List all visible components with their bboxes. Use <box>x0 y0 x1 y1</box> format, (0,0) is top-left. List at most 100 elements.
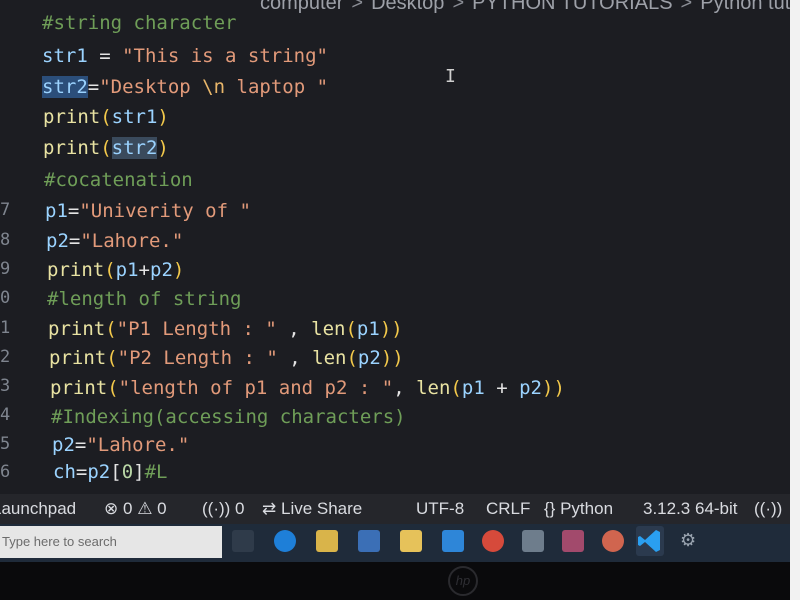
code-token: "Lahore." <box>80 230 184 252</box>
code-line[interactable]: print(str1) <box>43 106 169 128</box>
chevron-right-icon: > <box>351 0 364 14</box>
code-comment: #L <box>144 461 168 483</box>
code-token: "This is a string" <box>122 45 328 67</box>
line-number: 3 <box>0 376 11 396</box>
code-token: ) <box>172 259 185 281</box>
vscode-icon[interactable] <box>636 526 664 556</box>
code-token: p1 <box>45 200 68 222</box>
code-token: len <box>312 347 347 369</box>
line-number: 2 <box>0 347 11 367</box>
breadcrumb-item[interactable]: PYTHON TUTORIALS <box>472 0 672 14</box>
code-token: str2 <box>111 137 158 159</box>
code-line[interactable]: print("length of p1 and p2 : ", len(p1 +… <box>50 377 565 399</box>
code-token: print <box>48 318 106 340</box>
code-token: str1 <box>42 45 88 67</box>
code-token: ) <box>391 318 403 340</box>
code-token: laptop " <box>225 76 329 98</box>
code-token: ch <box>53 461 76 483</box>
code-token: = <box>87 45 123 67</box>
code-line[interactable]: p2="Lahore." <box>46 230 183 252</box>
taskbar-search-input[interactable]: Type here to search <box>0 526 222 558</box>
code-token: , <box>276 318 312 340</box>
encoding-button[interactable]: UTF-8 <box>416 499 464 519</box>
code-token: = <box>87 76 100 98</box>
breadcrumb-item[interactable]: Python tutorial 2 <box>700 0 790 14</box>
code-line[interactable]: print("P2 Length : " , len(p2)) <box>49 347 404 369</box>
code-line[interactable]: #string character <box>42 12 236 34</box>
code-token: ) <box>541 377 554 399</box>
code-line[interactable]: print(str2) <box>43 137 169 159</box>
code-line[interactable]: p2="Lahore." <box>52 434 189 456</box>
ports-button[interactable]: ((·)) 0 <box>202 499 245 519</box>
settings-icon[interactable]: ⚙ <box>680 530 702 552</box>
code-token: ( <box>345 318 357 340</box>
warning-icon: ⚠ <box>137 499 153 518</box>
language-mode-button[interactable]: {} Python <box>544 499 613 519</box>
code-token: ) <box>392 347 404 369</box>
code-token: ( <box>104 259 116 281</box>
task-view-icon[interactable] <box>232 530 254 552</box>
code-comment: #cocatenation <box>44 169 193 191</box>
winrar-icon[interactable] <box>562 530 584 552</box>
code-comment: #length of string <box>47 288 242 310</box>
error-count: 0 <box>122 499 133 518</box>
code-line[interactable]: print(p1+p2) <box>47 259 184 281</box>
code-token: "Lahore." <box>86 434 190 456</box>
code-token: "length of p1 and p2 : " <box>118 377 394 399</box>
code-token: p2 <box>46 230 69 252</box>
code-token: print <box>49 347 107 369</box>
explorer-icon[interactable] <box>316 530 338 552</box>
launchpad-button[interactable]: Launchpad <box>0 499 76 519</box>
eol-button[interactable]: CRLF <box>486 499 530 519</box>
code-token: = <box>75 461 88 483</box>
code-line[interactable]: print("P1 Length : " , len(p1)) <box>48 318 403 340</box>
code-token: p2 <box>519 377 542 399</box>
live-share-button[interactable]: ⇄ Live Share <box>262 499 362 519</box>
code-token: len <box>416 377 451 399</box>
code-token: str1 <box>111 106 158 128</box>
code-token: "P2 Length : " <box>117 347 278 369</box>
mail-icon[interactable] <box>442 530 464 552</box>
folder-icon[interactable] <box>400 530 422 552</box>
breadcrumb-item[interactable]: computer <box>260 0 343 14</box>
code-token: "P1 Length : " <box>116 318 277 340</box>
code-line[interactable]: #Indexing(accessing characters) <box>51 406 406 428</box>
chevron-right-icon: > <box>452 0 465 14</box>
broadcast-icon[interactable]: ((·)) <box>754 499 782 519</box>
code-token: [ <box>110 461 122 483</box>
code-token: "Univerity of " <box>79 200 251 222</box>
code-token: print <box>47 259 105 281</box>
line-number: 6 <box>0 462 11 482</box>
code-comment: #Indexing(accessing characters) <box>51 406 406 428</box>
code-token: = <box>74 434 87 456</box>
problems-button[interactable]: ⊗ 0 ⚠ 0 <box>104 499 167 519</box>
chrome-alt-icon[interactable] <box>602 530 624 552</box>
code-line[interactable]: ch=p2[0]#L <box>53 461 167 483</box>
code-token: + <box>138 259 150 281</box>
line-number: 4 <box>0 405 11 425</box>
chrome-icon[interactable] <box>482 530 504 552</box>
code-token: ) <box>380 347 393 369</box>
code-token: p1 <box>461 377 485 399</box>
app-icon[interactable] <box>522 530 544 552</box>
broadcast-icon: ((·)) <box>202 499 231 518</box>
line-number: 7 <box>0 200 11 220</box>
screen-edge <box>790 0 800 600</box>
code-token: p2 <box>150 259 173 281</box>
store-icon[interactable] <box>358 530 380 552</box>
chevron-right-icon: > <box>680 0 693 14</box>
taskbar: Type here to search ⚙ <box>0 524 790 562</box>
code-line[interactable]: str1 = "This is a string" <box>42 45 328 67</box>
code-token: p2 <box>52 434 75 456</box>
language-label: Python <box>560 499 614 518</box>
code-line[interactable]: #length of string <box>47 288 241 310</box>
breadcrumb-item[interactable]: Desktop <box>371 0 444 14</box>
code-token: ) <box>379 318 392 340</box>
code-line[interactable]: str2="Desktop \n laptop " <box>42 76 328 98</box>
code-token: , <box>393 377 417 399</box>
breadcrumb: computer > Desktop > PYTHON TUTORIALS > Python… <box>260 0 790 15</box>
code-line[interactable]: #cocatenation <box>44 169 193 191</box>
edge-icon[interactable] <box>274 530 296 552</box>
interpreter-button[interactable]: 3.12.3 64-bit <box>643 499 738 519</box>
code-line[interactable]: p1="Univerity of " <box>45 200 251 222</box>
